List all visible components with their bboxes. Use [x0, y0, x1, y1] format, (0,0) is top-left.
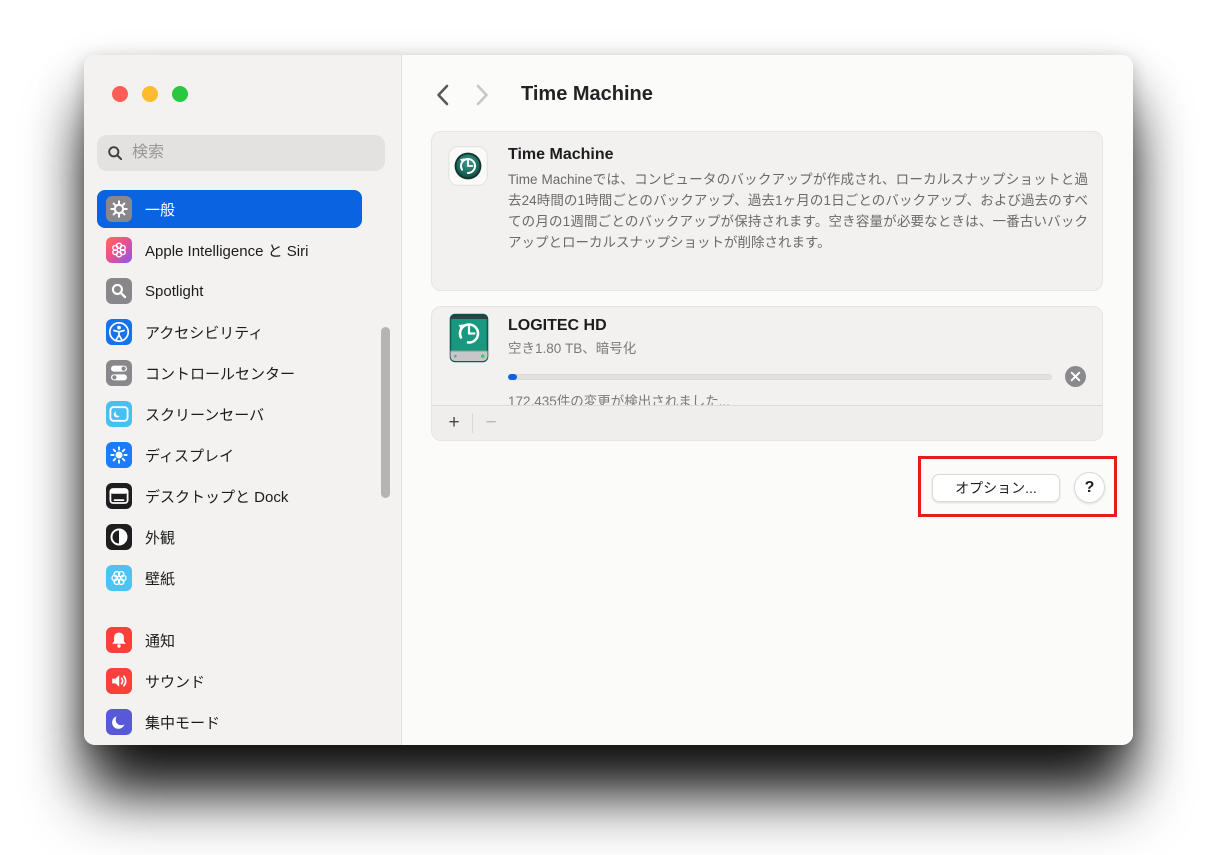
page-title: Time Machine [521, 83, 653, 105]
sidebar-item-wallpaper[interactable]: 壁紙 [97, 559, 362, 597]
sidebar-item-label: スクリーンセーバ [145, 406, 265, 424]
sidebar-item-label: デスクトップと Dock [145, 488, 289, 506]
sidebar-item-notifications[interactable]: 通知 [97, 621, 362, 659]
search-field[interactable] [97, 135, 385, 171]
sidebar: 一般 Apple Intelligence と Siri Spotlight [84, 55, 402, 745]
sidebar-item-label: Apple Intelligence と Siri [145, 242, 309, 260]
desktop-dock-icon [106, 483, 132, 509]
spotlight-icon [106, 278, 132, 304]
screenshot-stage: 一般 Apple Intelligence と Siri Spotlight [0, 0, 1216, 855]
disk-list-toolbar: + − [432, 405, 1102, 440]
contrast-icon [106, 524, 132, 550]
sidebar-item-label: コントロールセンター [145, 365, 296, 383]
traffic-lights [112, 86, 188, 102]
sidebar-item-label: サウンド [145, 673, 206, 691]
toolbar-divider [472, 413, 473, 433]
sidebar-item-label: Spotlight [145, 282, 204, 300]
screen-saver-icon [106, 401, 132, 427]
search-input[interactable] [130, 143, 375, 163]
sidebar-item-label: 壁紙 [145, 570, 176, 588]
sidebar-item-label: 外観 [145, 529, 176, 547]
backup-disk-card: LOGITEC HD 空き1.80 TB、暗号化 172,435件の変更が検出さ… [431, 306, 1103, 441]
gear-icon [106, 196, 132, 222]
system-settings-window: 一般 Apple Intelligence と Siri Spotlight [84, 55, 1133, 745]
main-panel: Time Machine Time Machine Time Machineでは… [402, 55, 1133, 745]
zoom-button[interactable] [172, 86, 188, 102]
disk-name: LOGITEC HD [508, 317, 607, 334]
wallpaper-flower-icon [106, 565, 132, 591]
sidebar-item-accessibility[interactable]: アクセシビリティ [97, 313, 362, 351]
progress-fill [508, 373, 517, 380]
speaker-icon [106, 668, 132, 694]
remove-disk-button[interactable]: − [477, 411, 505, 435]
bell-icon [106, 627, 132, 653]
sidebar-item-appearance[interactable]: 外観 [97, 518, 362, 556]
sidebar-item-display[interactable]: ディスプレイ [97, 436, 362, 474]
moon-icon [106, 709, 132, 735]
backup-disk-row: LOGITEC HD 空き1.80 TB、暗号化 172,435件の変更が検出さ… [432, 307, 1102, 411]
disk-details: 空き1.80 TB、暗号化 [508, 341, 637, 356]
about-card-description: Time Machineでは、コンピュータのバックアップが作成され、ローカルスナ… [508, 172, 1088, 250]
sidebar-item-screen-saver[interactable]: スクリーンセーバ [97, 395, 362, 433]
sidebar-nav: 一般 Apple Intelligence と Siri Spotlight ア… [97, 190, 362, 744]
toggles-icon [106, 360, 132, 386]
sidebar-item-desktop-dock[interactable]: デスクトップと Dock [97, 477, 362, 515]
options-button[interactable]: オプション... [932, 474, 1060, 502]
sidebar-item-label: 集中モード [145, 714, 221, 732]
search-icon [107, 145, 123, 161]
sun-icon [106, 442, 132, 468]
minimize-button[interactable] [142, 86, 158, 102]
sidebar-item-spotlight[interactable]: Spotlight [97, 272, 362, 310]
sidebar-item-general[interactable]: 一般 [97, 190, 362, 228]
sidebar-item-focus[interactable]: 集中モード [97, 703, 362, 741]
external-drive-icon [448, 313, 490, 363]
sidebar-item-apple-intelligence-siri[interactable]: Apple Intelligence と Siri [97, 231, 362, 269]
sidebar-scrollbar[interactable] [381, 327, 390, 498]
help-button[interactable]: ? [1074, 472, 1105, 503]
add-disk-button[interactable]: + [440, 411, 468, 435]
sidebar-item-label: アクセシビリティ [145, 324, 264, 342]
time-machine-app-icon [448, 146, 488, 186]
sidebar-item-label: 一般 [145, 201, 176, 219]
time-machine-about-card: Time Machine Time Machineでは、コンピュータのバックアッ… [431, 131, 1103, 291]
accessibility-icon [106, 319, 132, 345]
stop-backup-button[interactable] [1065, 366, 1086, 387]
about-card-title: Time Machine [508, 146, 614, 163]
sidebar-item-control-center[interactable]: コントロールセンター [97, 354, 362, 392]
progress-bar [508, 373, 1052, 380]
sidebar-item-label: 通知 [145, 632, 176, 650]
close-button[interactable] [112, 86, 128, 102]
navigation-header: Time Machine [433, 83, 653, 106]
sidebar-item-label: ディスプレイ [145, 447, 234, 465]
sidebar-item-sound[interactable]: サウンド [97, 662, 362, 700]
siri-intelligence-icon [106, 237, 132, 263]
back-button[interactable] [433, 84, 451, 106]
backup-progress-row [508, 366, 1086, 387]
forward-button[interactable] [473, 84, 491, 106]
